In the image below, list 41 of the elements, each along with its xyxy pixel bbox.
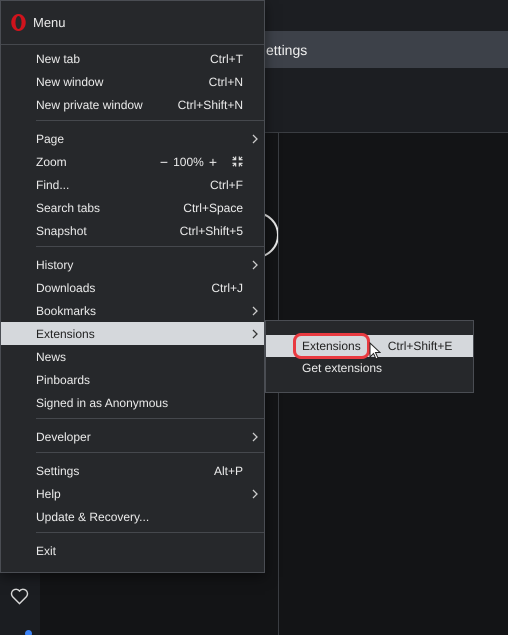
- fullscreen-icon[interactable]: [232, 156, 243, 167]
- shortcut-label: Ctrl+J: [211, 280, 243, 294]
- menu-item[interactable]: Downloads Ctrl+J: [1, 276, 264, 299]
- menu-item[interactable]: Signed in as Anonymous: [1, 391, 264, 414]
- heart-icon[interactable]: [10, 588, 29, 605]
- menu-item[interactable]: Zoom − 100% +: [1, 150, 264, 173]
- mouse-pointer-icon: [369, 342, 381, 360]
- menu-item[interactable]: News: [1, 345, 264, 368]
- menu-item[interactable]: Settings Alt+P: [1, 459, 264, 482]
- shortcut-label: Ctrl+Shift+5: [180, 224, 243, 238]
- tab-title[interactable]: ettings: [266, 42, 308, 58]
- menu-item[interactable]: Extensions: [1, 322, 264, 345]
- menu-item[interactable]: Find... Ctrl+F: [1, 173, 264, 196]
- shortcut-label: Ctrl+Shift+E: [388, 339, 452, 353]
- menu-title: Menu: [33, 15, 66, 30]
- menu-item[interactable]: Update & Recovery...: [1, 505, 264, 528]
- menu-item[interactable]: Snapshot Ctrl+Shift+5: [1, 219, 264, 242]
- shortcut-label: Ctrl+Space: [183, 200, 243, 214]
- menu-item[interactable]: Search tabs Ctrl+Space: [1, 196, 264, 219]
- menu-item[interactable]: Exit: [1, 539, 264, 562]
- menu-item[interactable]: Get extensions: [266, 357, 473, 379]
- menu-item[interactable]: Help: [1, 482, 264, 505]
- zoom-in-button[interactable]: +: [208, 154, 217, 170]
- status-dot: [25, 630, 32, 635]
- menu-item[interactable]: Developer: [1, 425, 264, 448]
- logo-icon: [10, 13, 27, 32]
- menu-item[interactable]: Extensions Ctrl+Shift+E: [266, 335, 473, 357]
- shortcut-label: Ctrl+F: [210, 178, 243, 192]
- menu-item[interactable]: Pinboards: [1, 368, 264, 391]
- menu-item[interactable]: New window Ctrl+N: [1, 70, 264, 93]
- menu-item[interactable]: New private window Ctrl+Shift+N: [1, 93, 264, 116]
- menu-item[interactable]: History: [1, 253, 264, 276]
- menu-item[interactable]: Page: [1, 127, 264, 150]
- zoom-level: 100%: [173, 154, 204, 168]
- zoom-out-button[interactable]: −: [160, 154, 168, 170]
- shortcut-label: Ctrl+Shift+N: [178, 98, 243, 112]
- shortcut-label: Ctrl+N: [208, 74, 243, 88]
- menu-item[interactable]: Bookmarks: [1, 299, 264, 322]
- shortcut-label: Alt+P: [214, 464, 243, 478]
- menu-item[interactable]: New tab Ctrl+T: [1, 47, 264, 70]
- shortcut-label: Ctrl+T: [210, 52, 243, 66]
